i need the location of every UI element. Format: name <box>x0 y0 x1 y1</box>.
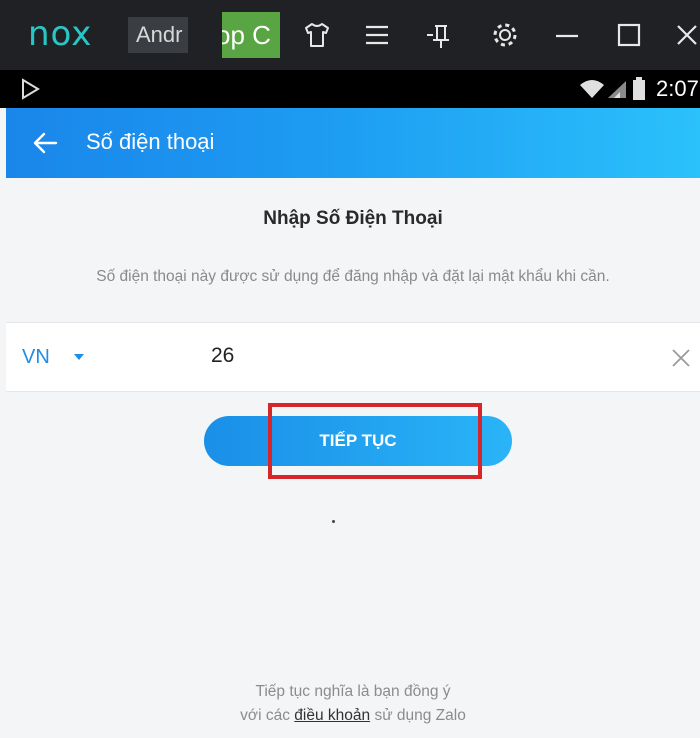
highlight-annotation-box <box>268 403 482 479</box>
emulator-tab-android[interactable]: Andr <box>128 17 188 53</box>
form-description: Số điện thoại này được sử dụng để đăng n… <box>96 268 610 285</box>
terms-link[interactable]: điều khoản <box>294 707 370 724</box>
phone-number-input[interactable] <box>211 339 611 373</box>
back-arrow-icon[interactable] <box>32 130 58 156</box>
dot-mark <box>332 520 335 523</box>
emulator-title-bar: nox Andr op C <box>0 0 700 70</box>
app-header: Số điện thoại <box>6 108 700 178</box>
android-status-bar: 2:07 <box>0 70 700 108</box>
page-title: Số điện thoại <box>86 129 215 154</box>
status-clock: 2:07 <box>656 76 699 101</box>
clear-input-icon[interactable] <box>670 347 692 369</box>
caret-down-icon[interactable] <box>74 354 84 360</box>
terms-prefix: với các <box>240 707 290 724</box>
play-store-icon <box>22 78 40 100</box>
menu-icon[interactable] <box>358 16 396 54</box>
terms-suffix: sử dụng Zalo <box>374 707 466 724</box>
country-code-selector[interactable]: VN <box>22 343 50 371</box>
terms-line-1: Tiếp tục nghĩa là bạn đồng ý <box>255 683 451 700</box>
phone-number-row: VN <box>6 322 700 392</box>
shirt-icon[interactable] <box>298 16 336 54</box>
gear-icon[interactable] <box>486 16 524 54</box>
emulator-tab-app[interactable]: op C <box>222 12 280 58</box>
form-heading: Nhập Số Điện Thoại <box>263 208 443 229</box>
signal-icon <box>608 81 626 98</box>
terms-notice: Tiếp tục nghĩa là bạn đồng ý với các điề… <box>6 680 700 728</box>
minimize-icon[interactable] <box>548 16 586 54</box>
phone-entry-screen: Nhập Số Điện Thoại Số điện thoại này đượ… <box>6 178 700 738</box>
nox-logo: nox <box>28 14 93 54</box>
emulator-tab-app-label: op C <box>222 20 271 50</box>
battery-icon <box>633 77 645 100</box>
close-icon[interactable] <box>668 16 700 54</box>
terms-line-2: với các điều khoản sử dụng Zalo <box>6 704 700 728</box>
pin-icon[interactable] <box>421 16 459 54</box>
wifi-icon <box>580 80 604 98</box>
maximize-icon[interactable] <box>610 16 648 54</box>
